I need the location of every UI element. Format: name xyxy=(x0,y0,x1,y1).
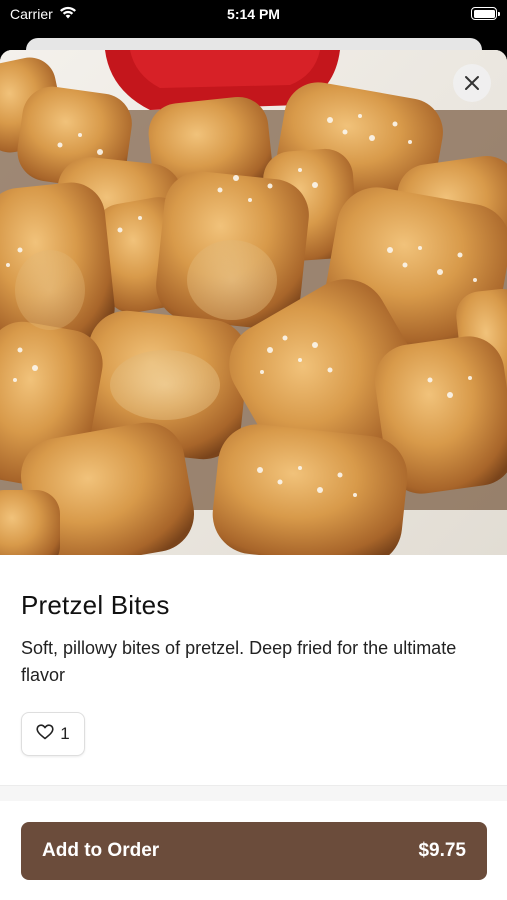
close-button[interactable] xyxy=(453,64,491,102)
item-title: Pretzel Bites xyxy=(21,590,170,620)
battery-icon xyxy=(471,7,500,20)
heart-icon xyxy=(36,723,54,745)
close-icon xyxy=(464,75,480,91)
divider xyxy=(0,785,507,801)
item-detail-sheet: Pretzel Bites Soft, pillowy bites of pre… xyxy=(0,50,507,900)
item-price: $9.75 xyxy=(418,840,466,861)
item-info: Pretzel Bites Soft, pillowy bites of pre… xyxy=(21,590,486,689)
add-to-order-label: Add to Order xyxy=(42,840,160,861)
item-description: Soft, pillowy bites of pretzel. Deep fri… xyxy=(21,638,457,685)
clock: 5:14 PM xyxy=(227,6,280,22)
like-button[interactable]: 1 xyxy=(21,712,85,756)
like-count: 1 xyxy=(60,724,70,743)
add-to-order-button[interactable]: Add to Order $9.75 xyxy=(21,822,487,880)
status-bar: Carrier 5:14 PM xyxy=(0,0,507,30)
item-photo xyxy=(0,50,507,555)
